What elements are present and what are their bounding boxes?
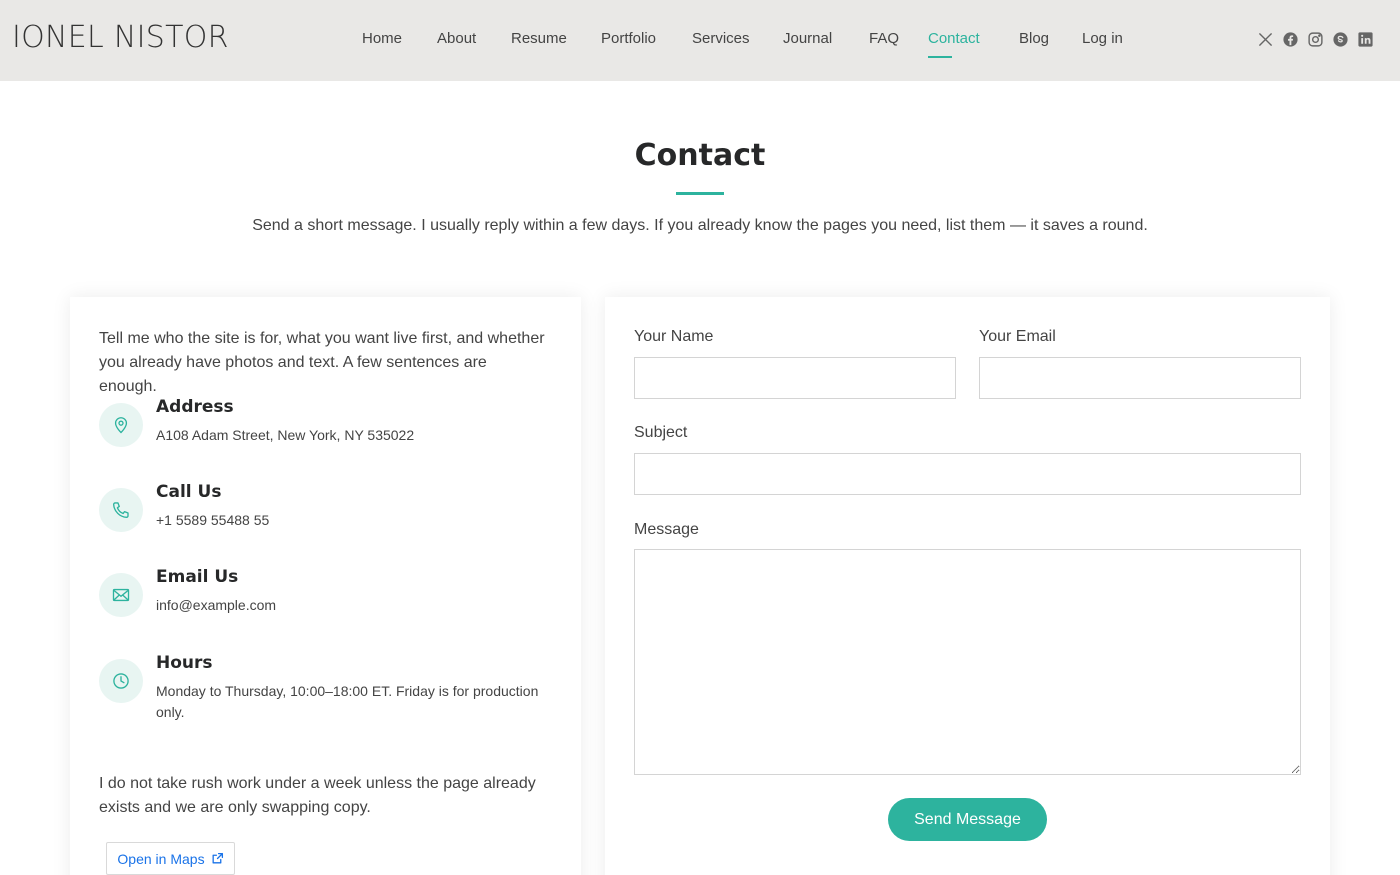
subject-input[interactable] [634,453,1301,495]
email-label: Your Email [979,328,1056,345]
info-phone-text: +1 5589 55488 55 [156,512,270,528]
nav-active-indicator [928,56,952,58]
contact-form-card: Your Name Your Email Subject Message Sen… [605,297,1330,875]
info-note: I do not take rush work under a week unl… [99,775,536,816]
nav-blog[interactable]: Blog [1019,30,1049,47]
nav-services[interactable]: Services [692,30,750,47]
info-intro: Tell me who the site is for, what you wa… [99,330,545,395]
nav-contact[interactable]: Contact [928,30,980,47]
external-link-icon [212,852,223,864]
main-nav: Home About Resume Portfolio Services Jou… [0,30,1400,58]
instagram-icon[interactable] [1306,30,1324,48]
nav-resume[interactable]: Resume [511,30,567,47]
title-underline [676,192,724,195]
skype-icon[interactable] [1331,30,1349,48]
open-in-maps-label: Open in Maps [117,850,205,867]
subject-label: Subject [634,424,688,441]
info-hours-title: Hours [156,653,213,673]
name-label: Your Name [634,328,714,345]
nav-journal[interactable]: Journal [783,30,832,47]
message-textarea[interactable] [634,549,1301,775]
linkedin-icon[interactable] [1356,30,1374,48]
nav-portfolio[interactable]: Portfolio [601,30,656,47]
send-message-button[interactable]: Send Message [888,798,1047,841]
nav-login[interactable]: Log in [1082,30,1123,47]
nav-faq[interactable]: FAQ [869,30,899,47]
nav-home[interactable]: Home [362,30,402,47]
open-in-maps-button[interactable]: Open in Maps [106,842,235,875]
info-email-title: Email Us [156,567,239,587]
facebook-icon[interactable] [1281,30,1299,48]
contact-info-card: Tell me who the site is for, what you wa… [70,297,581,875]
email-input[interactable] [979,357,1301,399]
map-pin-icon [99,403,143,447]
info-hours-text: Monday to Thursday, 10:00–18:00 ET. Frid… [156,683,539,720]
x-icon[interactable] [1256,30,1274,48]
info-address-title: Address [156,397,234,417]
info-address-text: A108 Adam Street, New York, NY 535022 [156,427,415,443]
site-header: IONEL NISTOR Home About Resume Portfolio… [0,0,1400,81]
page-title: Contact [634,138,766,173]
nav-about[interactable]: About [437,30,476,47]
page-subtitle: Send a short message. I usually reply wi… [252,217,1148,234]
name-input[interactable] [634,357,956,399]
info-phone-title: Call Us [156,482,222,502]
phone-icon [99,488,143,532]
clock-icon [99,659,143,703]
envelope-icon [99,573,143,617]
message-label: Message [634,521,699,538]
info-email-text: info@example.com [156,597,277,613]
